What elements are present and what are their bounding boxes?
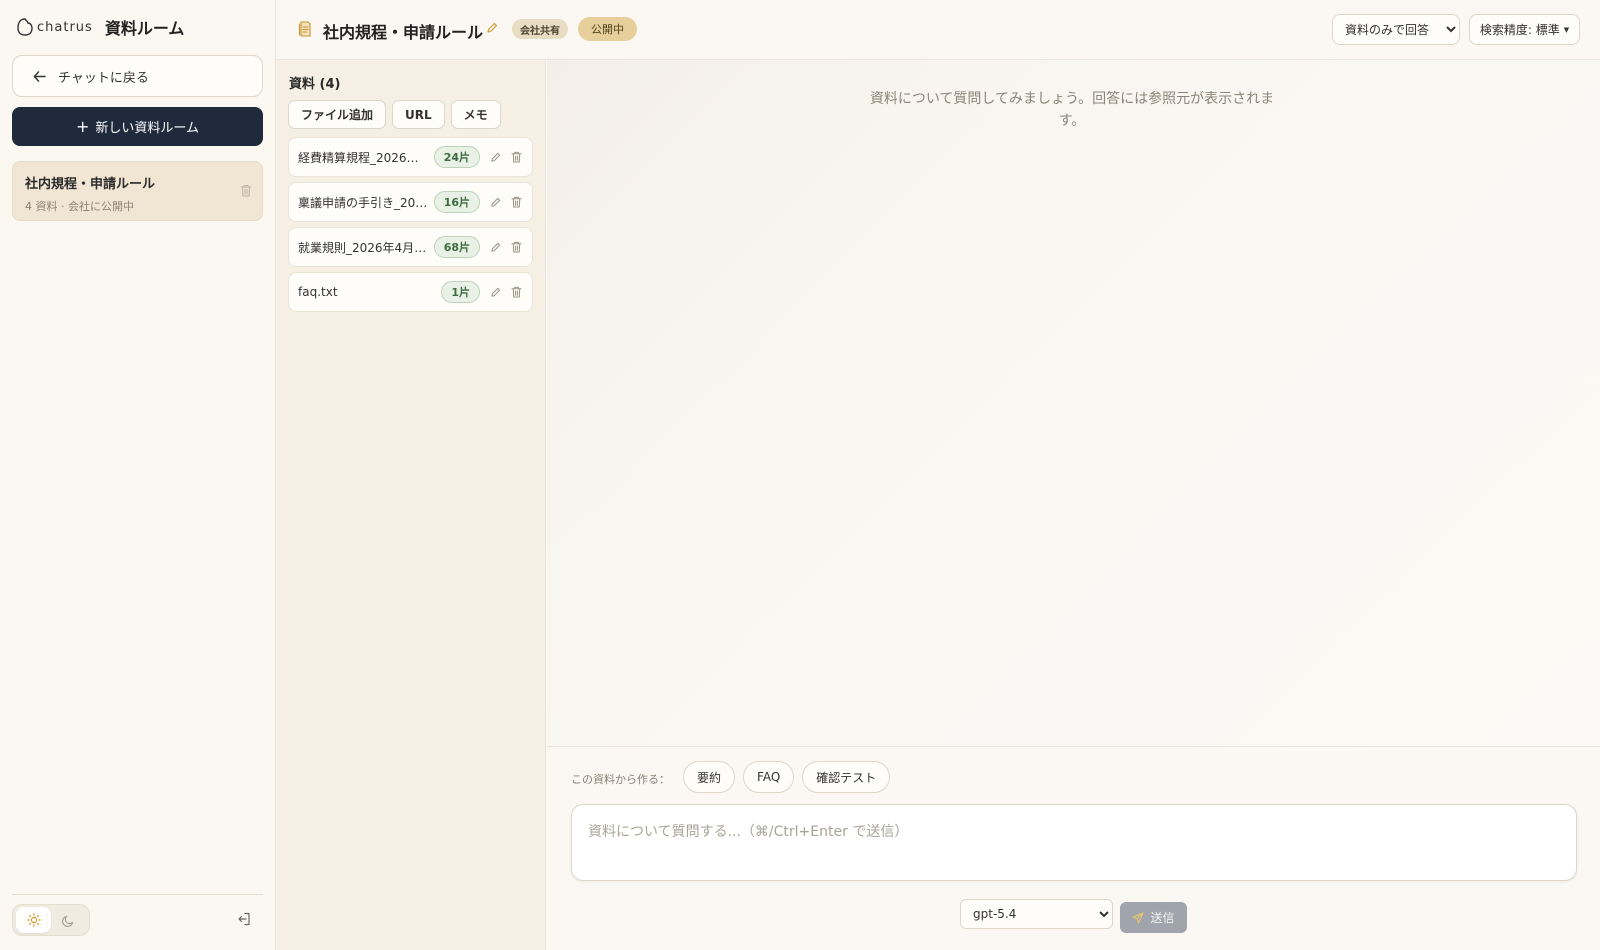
chat-area: 資料について質問してみましょう。回答には参照元が表示されます。 <box>547 60 1600 746</box>
pencil-icon <box>491 152 501 162</box>
summary-chip[interactable]: 要約 <box>683 761 736 793</box>
material-name: 就業規則_2026年4月改定.pdf <box>298 240 428 255</box>
send-icon <box>1132 911 1145 924</box>
send-button[interactable]: 送信 <box>1120 902 1187 933</box>
chat-empty-message: 資料について質問してみましょう。回答には参照元が表示されます。 <box>869 91 1275 129</box>
trash-icon <box>511 196 522 208</box>
composer: この資料から作る： 要約 FAQ 確認テスト gpt-5.4 送信 <box>547 746 1600 950</box>
material-edit-button[interactable] <box>490 242 501 253</box>
chunk-count-badge: 1片 <box>441 281 480 303</box>
brand-title: 資料ルーム <box>104 19 185 38</box>
public-status-badge[interactable]: 公開中 <box>578 17 637 41</box>
add-url-button[interactable]: URL <box>392 100 445 129</box>
new-room-button[interactable]: + 新しい資料ルーム <box>12 107 263 146</box>
pencil-icon <box>491 287 501 297</box>
material-edit-button[interactable] <box>490 287 501 298</box>
search-precision-label: 検索精度: 標準 <box>1479 23 1560 37</box>
sidebar: chatrus 資料ルーム チャットに戻る + 新しい資料ルーム 社内規程・申請… <box>0 0 276 950</box>
materials-list: 経費精算規程_2026年4月.pdf 24片 稟議申請の手引き_2026.pdf… <box>288 137 533 317</box>
document-icon <box>298 21 311 37</box>
chunk-count-badge: 68片 <box>433 236 480 258</box>
trash-icon <box>511 241 522 253</box>
material-delete-button[interactable] <box>511 241 522 253</box>
materials-actions: ファイル追加 URL メモ <box>288 100 501 129</box>
materials-heading: 資料 (4) <box>289 77 341 92</box>
brand-logo-text: chatrus <box>37 19 93 35</box>
make-chips: 要約 FAQ 確認テスト <box>683 761 891 793</box>
pencil-icon <box>491 242 501 252</box>
room-meta: 4 資料 · 会社に公開中 <box>25 200 134 213</box>
send-label: 送信 <box>1150 911 1175 925</box>
room-item[interactable]: 社内規程・申請ルール 4 資料 · 会社に公開中 <box>12 161 263 221</box>
brand-logo: chatrus <box>16 17 93 37</box>
question-input[interactable] <box>571 804 1577 881</box>
chunk-count-badge: 16片 <box>433 191 480 213</box>
sun-icon <box>26 913 41 927</box>
pencil-icon[interactable] <box>486 22 498 34</box>
new-room-label: 新しい資料ルーム <box>95 121 200 136</box>
trash-icon[interactable] <box>240 184 252 197</box>
make-from-material-label: この資料から作る： <box>571 773 670 786</box>
add-memo-button[interactable]: メモ <box>450 100 501 129</box>
material-item[interactable]: faq.txt 1片 <box>288 272 533 312</box>
material-edit-button[interactable] <box>490 152 501 163</box>
answer-mode-select[interactable]: 資料のみで回答 <box>1332 14 1460 45</box>
material-name: 稟議申請の手引き_2026.pdf <box>298 195 428 210</box>
trash-icon <box>511 151 522 163</box>
chunk-count-badge: 24片 <box>433 146 480 168</box>
pencil-icon <box>491 197 501 207</box>
material-delete-button[interactable] <box>511 196 522 208</box>
material-item[interactable]: 経費精算規程_2026年4月.pdf 24片 <box>288 137 533 177</box>
back-to-chat-label: チャットに戻る <box>58 70 149 86</box>
logout-icon[interactable] <box>237 912 251 926</box>
room-title: 社内規程・申請ルール <box>323 23 484 42</box>
material-item[interactable]: 稟議申請の手引き_2026.pdf 16片 <box>288 182 533 222</box>
search-precision-button[interactable]: 検索精度: 標準 ▼ <box>1469 14 1580 45</box>
light-theme-button[interactable] <box>16 907 51 933</box>
caret-down-icon: ▼ <box>1563 25 1570 34</box>
materials-panel: 資料 (4) ファイル追加 URL メモ 経費精算規程_2026年4月.pdf … <box>276 60 546 950</box>
arrow-left-icon <box>33 70 46 82</box>
plus-icon: + <box>75 116 90 136</box>
material-delete-button[interactable] <box>511 286 522 298</box>
room-name: 社内規程・申請ルール <box>25 177 156 192</box>
faq-chip[interactable]: FAQ <box>743 761 795 793</box>
company-shared-badge: 会社共有 <box>512 19 568 39</box>
material-edit-button[interactable] <box>490 197 501 208</box>
dark-theme-button[interactable] <box>51 907 86 933</box>
moon-icon <box>62 915 74 927</box>
material-delete-button[interactable] <box>511 151 522 163</box>
material-name: faq.txt <box>298 285 338 299</box>
model-select[interactable]: gpt-5.4 <box>960 899 1113 929</box>
back-to-chat-button[interactable]: チャットに戻る <box>12 55 263 97</box>
chatrus-logo-icon <box>17 18 33 36</box>
material-name: 経費精算規程_2026年4月.pdf <box>298 150 428 165</box>
material-item[interactable]: 就業規則_2026年4月改定.pdf 68片 <box>288 227 533 267</box>
sidebar-divider <box>12 894 263 895</box>
quiz-chip[interactable]: 確認テスト <box>802 761 891 793</box>
theme-toggle <box>12 904 90 936</box>
trash-icon <box>511 286 522 298</box>
add-file-button[interactable]: ファイル追加 <box>288 100 387 129</box>
room-header: 社内規程・申請ルール 会社共有 公開中 資料のみで回答 検索精度: 標準 ▼ <box>276 0 1600 60</box>
brand: chatrus 資料ルーム <box>16 16 184 38</box>
